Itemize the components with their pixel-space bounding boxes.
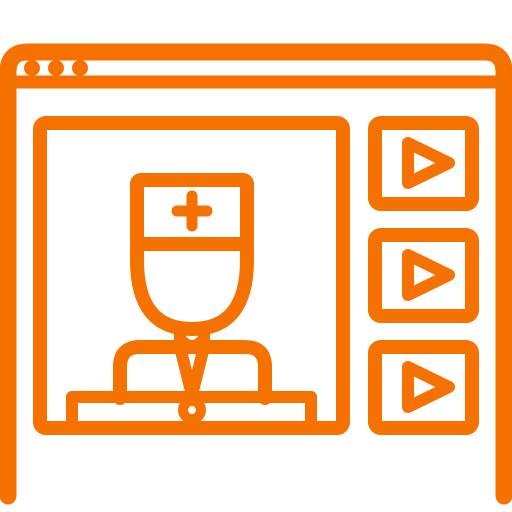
video-thumbnail-3-frame xyxy=(368,340,479,435)
window-dot-1 xyxy=(24,60,40,76)
video-thumbnail-1[interactable] xyxy=(368,116,479,211)
video-thumbnail-2-frame xyxy=(368,228,479,323)
window-dot-2 xyxy=(48,60,64,76)
online-doctor-icon xyxy=(0,43,512,505)
video-progress-bar xyxy=(66,391,317,431)
progress-knob xyxy=(178,396,206,424)
play-icon xyxy=(402,361,455,413)
doctor-head xyxy=(130,237,254,336)
doctor-avatar-icon xyxy=(113,173,272,405)
video-player xyxy=(33,116,350,435)
window-dot-3 xyxy=(72,60,88,76)
play-icon xyxy=(402,137,455,189)
video-thumbnail-list xyxy=(368,116,479,435)
video-thumbnail-1-frame xyxy=(368,116,479,211)
video-thumbnail-2[interactable] xyxy=(368,228,479,323)
play-icon xyxy=(402,249,455,301)
video-thumbnail-3[interactable] xyxy=(368,340,479,435)
medical-cross-icon xyxy=(171,190,213,232)
